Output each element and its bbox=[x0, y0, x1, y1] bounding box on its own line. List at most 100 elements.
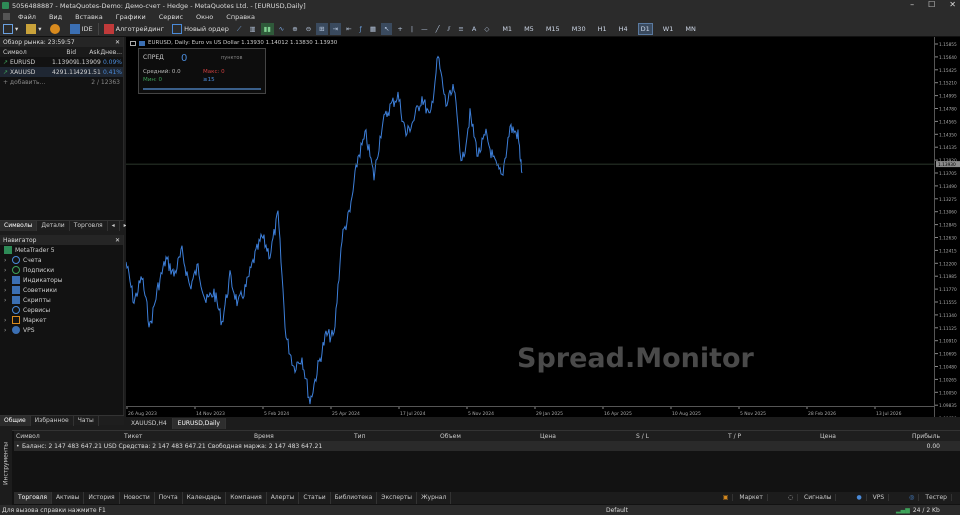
tab-company[interactable]: Компания bbox=[226, 492, 267, 504]
tf-m1[interactable]: M1 bbox=[500, 24, 514, 34]
bar-chart-icon[interactable]: ▥ bbox=[246, 23, 258, 35]
nav-root[interactable]: MetaTrader 5 bbox=[0, 245, 123, 255]
col-ask[interactable]: Ask bbox=[76, 49, 100, 56]
new-order-button[interactable]: Новый ордер bbox=[169, 23, 232, 35]
ide-button[interactable]: IDE bbox=[67, 23, 96, 35]
chart-tab-xauusd[interactable]: XAUUSD,H4 bbox=[126, 418, 173, 429]
time-axis[interactable]: 26 Aug 2023 14 Nov 2023 5 Feb 2024 25 Apr 2… bbox=[126, 406, 934, 417]
templates-icon[interactable]: ▦ bbox=[367, 23, 379, 35]
expand-icon[interactable]: › bbox=[4, 287, 12, 294]
channel-icon[interactable]: ⫽ bbox=[445, 23, 454, 35]
tester-button[interactable]: ◎ Тестер bbox=[901, 492, 956, 504]
menu-view[interactable]: Вид bbox=[49, 13, 62, 21]
tab-details[interactable]: Детали bbox=[37, 220, 70, 231]
add-symbol-row[interactable]: + добавить... 2 / 12363 bbox=[0, 77, 123, 87]
tab-calendar[interactable]: Календарь bbox=[183, 492, 227, 504]
price-axis[interactable]: 1.15855 1.15640 1.15425 1.15210 1.14995 1.147… bbox=[934, 37, 960, 422]
signals-button[interactable]: ◌ Сигналы bbox=[780, 492, 841, 504]
toolbox-side-label[interactable]: Инструменты bbox=[0, 430, 12, 505]
tab-journal[interactable]: Журнал bbox=[417, 492, 452, 504]
tab-common[interactable]: Общие bbox=[0, 415, 31, 426]
expand-icon[interactable]: › bbox=[4, 317, 12, 324]
text-tool-icon[interactable]: A bbox=[469, 23, 479, 35]
tab-favorites[interactable]: Избранное bbox=[31, 415, 74, 426]
line-chart-icon[interactable]: ∿ bbox=[276, 23, 287, 35]
col-ticket[interactable]: Тикет bbox=[124, 433, 254, 440]
zoom-in-icon[interactable]: ⊕ bbox=[289, 23, 300, 35]
cursor-icon[interactable]: ↖ bbox=[380, 23, 393, 35]
tf-h4[interactable]: H4 bbox=[617, 24, 630, 34]
col-sl[interactable]: S / L bbox=[636, 433, 728, 440]
algotrading-button[interactable]: Алготрейдинг bbox=[101, 23, 168, 35]
tab-articles[interactable]: Статьи bbox=[299, 492, 331, 504]
col-bid[interactable]: Bid bbox=[52, 49, 76, 56]
tab-alerts[interactable]: Алерты bbox=[267, 492, 300, 504]
hline-icon[interactable]: — bbox=[418, 23, 431, 35]
shift-icon[interactable]: ⇤ bbox=[343, 23, 354, 35]
grid-icon[interactable]: ⊞ bbox=[316, 23, 328, 35]
crosshair-icon[interactable]: + bbox=[394, 23, 405, 35]
candles-icon[interactable]: ▮▮ bbox=[260, 23, 274, 35]
col-time[interactable]: Время bbox=[254, 433, 354, 440]
expand-icon[interactable]: › bbox=[4, 267, 12, 274]
chart-menu-icon[interactable] bbox=[130, 40, 136, 46]
col-type[interactable]: Тип bbox=[354, 433, 440, 440]
balance-row[interactable]: • Баланс: 2 147 483 647.21 USD Средства:… bbox=[14, 441, 960, 451]
tab-trade[interactable]: Торговля bbox=[14, 492, 52, 504]
menu-window[interactable]: Окно bbox=[196, 13, 213, 21]
tf-m5[interactable]: M5 bbox=[522, 24, 536, 34]
trend-icon[interactable]: ⟋ bbox=[234, 23, 245, 35]
tab-experts[interactable]: Эксперты bbox=[377, 492, 418, 504]
menu-insert[interactable]: Вставка bbox=[75, 13, 103, 21]
tab-trading[interactable]: Торговля bbox=[70, 220, 108, 231]
col-price[interactable]: Цена bbox=[540, 433, 636, 440]
tab-assets[interactable]: Активы bbox=[52, 492, 85, 504]
col-symbol[interactable]: Символ bbox=[14, 433, 124, 440]
market-row[interactable]: ↗ EURUSD 1.13909 1.13909 0.09% bbox=[0, 57, 123, 67]
market-button[interactable]: ▣ Маркет bbox=[715, 492, 772, 504]
col-current-price[interactable]: Цена bbox=[820, 433, 900, 440]
expand-icon[interactable]: › bbox=[4, 277, 12, 284]
close-icon[interactable]: ✕ bbox=[115, 237, 120, 244]
tab-mailbox[interactable]: Почта bbox=[155, 492, 183, 504]
profiles-button[interactable]: ▾ bbox=[23, 23, 44, 35]
new-chart-button[interactable]: ▾ bbox=[0, 23, 21, 35]
spread-panel[interactable]: СПРЕД 0 пунктов Средний: 0.0 Макс: 0 Мин… bbox=[138, 48, 266, 94]
vps-button[interactable]: ● VPS bbox=[848, 492, 893, 504]
autoscroll-icon[interactable]: ⇥ bbox=[329, 23, 342, 35]
tab-symbols[interactable]: Символы bbox=[0, 220, 38, 231]
zoom-out-icon[interactable]: ⊖ bbox=[303, 23, 314, 35]
nav-item-scripts[interactable]: › Скрипты bbox=[0, 295, 123, 305]
trendline-icon[interactable]: ╱ bbox=[433, 23, 443, 35]
tf-d1[interactable]: D1 bbox=[637, 23, 653, 35]
tab-library[interactable]: Библиотека bbox=[331, 492, 378, 504]
expand-icon[interactable]: › bbox=[4, 257, 12, 264]
nav-item-subscriptions[interactable]: › Подписки bbox=[0, 265, 123, 275]
close-icon[interactable]: ✕ bbox=[949, 0, 956, 9]
minimize-icon[interactable]: – bbox=[910, 0, 914, 9]
nav-item-accounts[interactable]: › Счета bbox=[0, 255, 123, 265]
nav-item-market[interactable]: › Маркет bbox=[0, 315, 123, 325]
menu-help[interactable]: Справка bbox=[226, 13, 255, 21]
nav-item-services[interactable]: Сервисы bbox=[0, 305, 123, 315]
tab-news[interactable]: Новости bbox=[120, 492, 155, 504]
indicators-icon[interactable]: ƒ bbox=[357, 23, 365, 35]
nav-item-indicators[interactable]: › Индикаторы bbox=[0, 275, 123, 285]
fibo-icon[interactable]: ≡ bbox=[455, 23, 466, 35]
col-change[interactable]: Днев... bbox=[100, 49, 122, 56]
market-row[interactable]: ↗ XAUUSD 4291.11 4291.51 0.41% bbox=[0, 67, 123, 77]
col-profit[interactable]: Прибыль bbox=[900, 433, 940, 440]
tf-m30[interactable]: M30 bbox=[570, 24, 588, 34]
tf-m15[interactable]: M15 bbox=[544, 24, 562, 34]
col-symbol[interactable]: Символ bbox=[0, 49, 52, 56]
chart-tab-eurusd[interactable]: EURUSD,Daily bbox=[172, 418, 226, 429]
menu-tools[interactable]: Сервис bbox=[159, 13, 183, 21]
add-symbol-link[interactable]: + добавить... bbox=[0, 79, 76, 86]
maximize-icon[interactable]: ☐ bbox=[928, 0, 935, 9]
close-icon[interactable]: ✕ bbox=[115, 39, 120, 46]
tf-mn[interactable]: MN bbox=[683, 24, 697, 34]
chart-canvas[interactable]: EURUSD, Daily: Euro vs US Dollar 1.13930… bbox=[126, 37, 934, 417]
expand-icon[interactable]: › bbox=[4, 297, 12, 304]
menu-file[interactable]: Файл bbox=[18, 13, 36, 21]
col-tp[interactable]: T / P bbox=[728, 433, 820, 440]
